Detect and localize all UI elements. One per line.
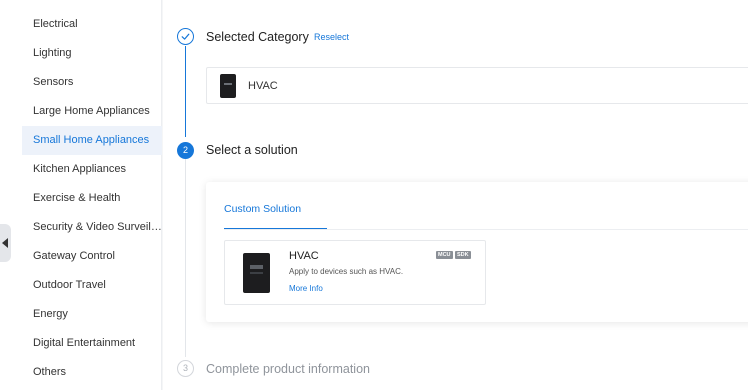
- check-icon: [177, 28, 194, 45]
- solution-panel: Custom Solution HVAC Apply to devices su…: [206, 182, 748, 322]
- selected-category-name: HVAC: [248, 80, 278, 92]
- device-thumbnail: [243, 253, 270, 293]
- sidebar-item-lighting[interactable]: Lighting: [22, 39, 162, 68]
- step-title-select-solution: Select a solution: [206, 143, 298, 157]
- sidebar-item-electrical[interactable]: Electrical: [22, 10, 162, 39]
- sidebar-item-sensors[interactable]: Sensors: [22, 68, 162, 97]
- solution-name: HVAC: [289, 250, 319, 262]
- sidebar-item-gateway-control[interactable]: Gateway Control: [22, 242, 162, 271]
- more-info-link[interactable]: More Info: [289, 284, 323, 293]
- device-thumbnail: [220, 74, 236, 98]
- mcu-badge: MCU: [436, 251, 453, 259]
- selected-category-card: HVAC: [206, 67, 748, 104]
- category-sidebar: Electrical Lighting Sensors Large Home A…: [0, 0, 162, 390]
- sidebar-item-kitchen-appliances[interactable]: Kitchen Appliances: [22, 155, 162, 184]
- sidebar-item-security-video[interactable]: Security & Video Surveill...: [22, 213, 162, 242]
- sidebar-item-digital-entertainment[interactable]: Digital Entertainment: [22, 329, 162, 358]
- step-title-selected-category: Selected Category: [206, 30, 309, 44]
- sidebar-collapse-handle[interactable]: [0, 224, 11, 262]
- sdk-badge: SDK: [455, 251, 471, 259]
- reselect-link[interactable]: Reselect: [314, 32, 349, 42]
- chevron-left-icon: [2, 238, 8, 248]
- step-title-complete-product-info: Complete product information: [206, 362, 370, 376]
- solution-card-hvac[interactable]: HVAC Apply to devices such as HVAC. More…: [224, 240, 486, 305]
- solution-description: Apply to devices such as HVAC.: [289, 267, 404, 276]
- sidebar-item-exercise-health[interactable]: Exercise & Health: [22, 184, 162, 213]
- step-connector-pending: [185, 159, 186, 357]
- active-tab-indicator: [224, 228, 327, 229]
- tab-custom-solution[interactable]: Custom Solution: [224, 203, 301, 215]
- step-number-badge: 2: [177, 142, 194, 159]
- sidebar-item-outdoor-travel[interactable]: Outdoor Travel: [22, 271, 162, 300]
- step-connector-done: [185, 46, 186, 137]
- sidebar-item-others[interactable]: Others: [22, 358, 162, 387]
- tab-bar-divider: [224, 229, 748, 230]
- sidebar-item-small-home-appliances[interactable]: Small Home Appliances: [22, 126, 162, 155]
- sidebar-item-energy[interactable]: Energy: [22, 300, 162, 329]
- sidebar-item-large-home-appliances[interactable]: Large Home Appliances: [22, 97, 162, 126]
- step-number-badge: 3: [177, 360, 194, 377]
